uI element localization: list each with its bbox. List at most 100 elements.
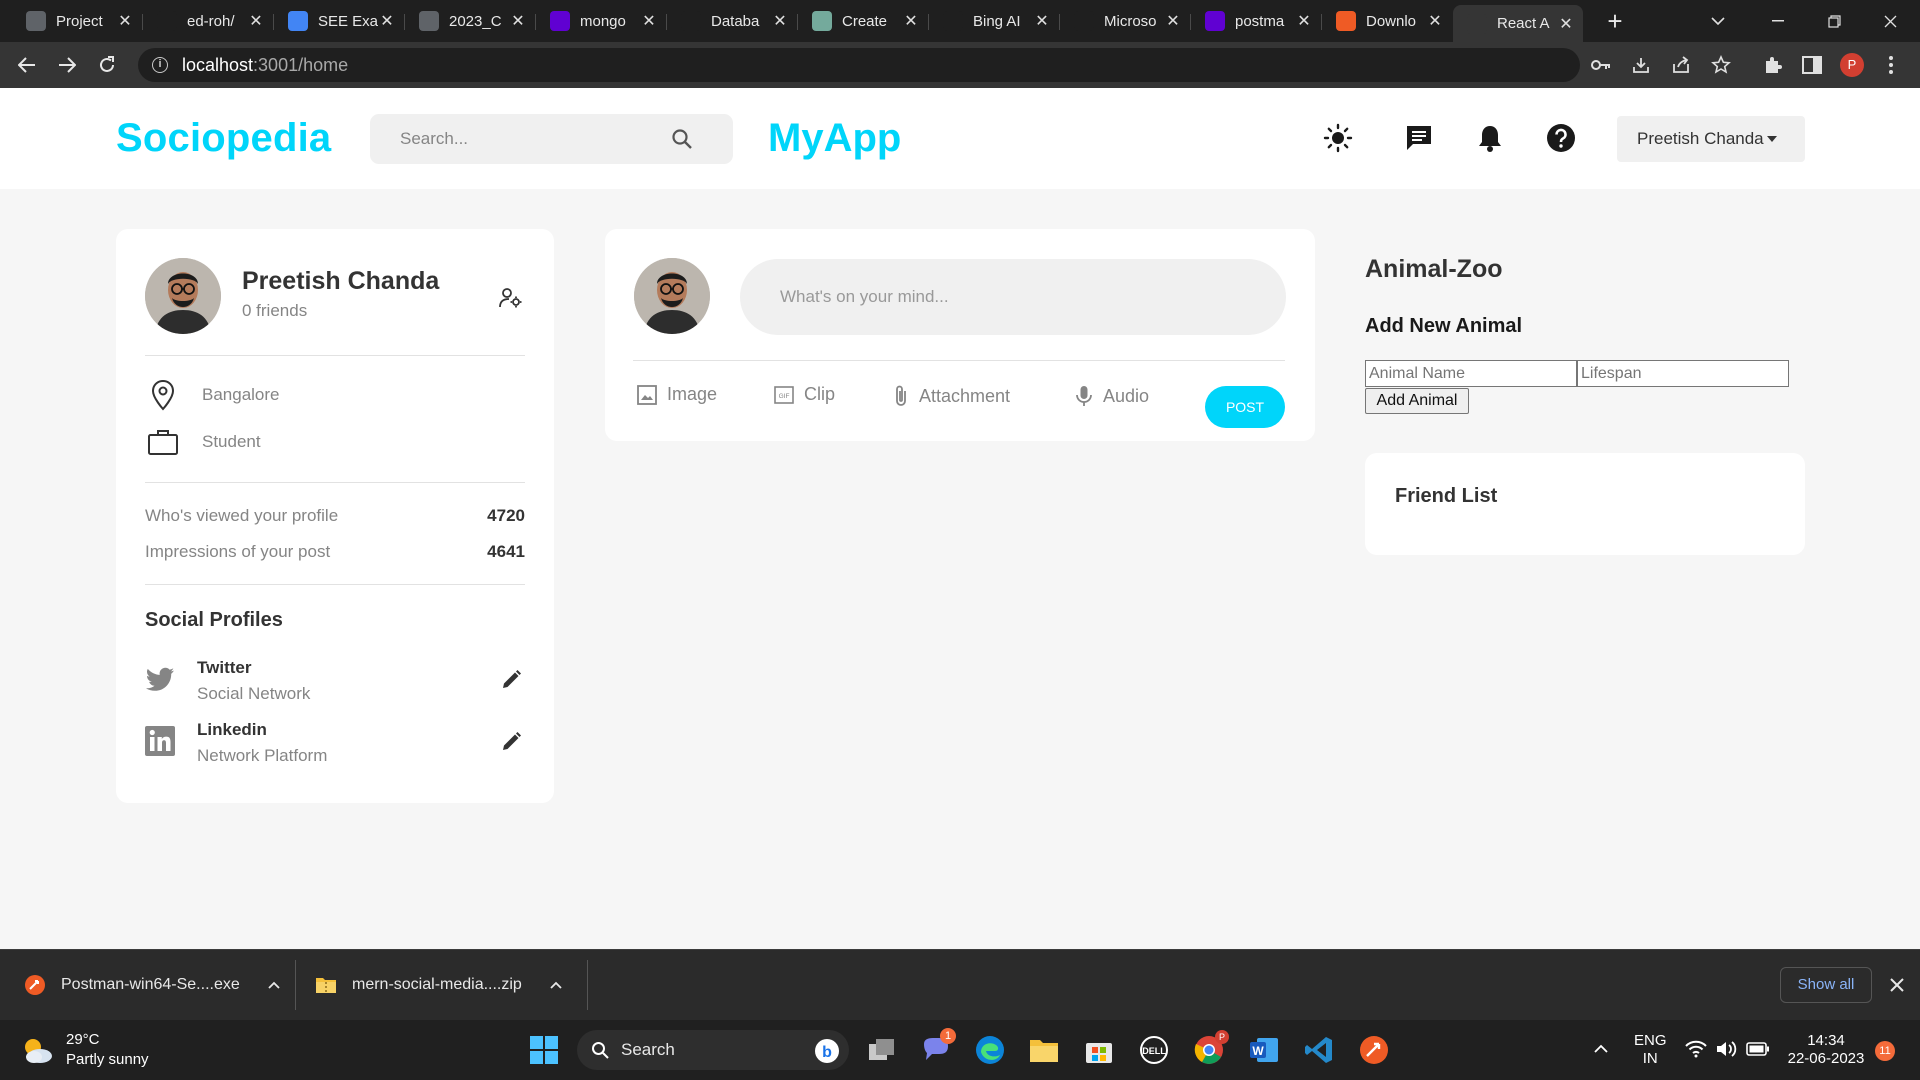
browser-tab[interactable]: SEE Exa ✕ xyxy=(274,5,404,37)
postman-icon[interactable] xyxy=(1358,1034,1390,1066)
divider xyxy=(633,360,1285,361)
new-tab-button[interactable]: + xyxy=(1600,6,1630,36)
social-name-twitter[interactable]: Twitter xyxy=(197,658,251,678)
light-mode-icon[interactable] xyxy=(1322,122,1354,154)
profile-name[interactable]: Preetish Chanda xyxy=(242,267,439,296)
windows-start-icon[interactable] xyxy=(528,1034,560,1066)
help-icon[interactable] xyxy=(1545,122,1577,154)
notification-bell-icon[interactable] xyxy=(1474,122,1506,154)
edge-icon[interactable] xyxy=(974,1034,1006,1066)
file-explorer-icon[interactable] xyxy=(1028,1034,1060,1066)
download-item-postman[interactable]: Postman-win64-Se....exe xyxy=(24,950,280,1020)
chrome-menu-icon[interactable] xyxy=(1880,54,1902,76)
bing-icon[interactable]: b xyxy=(814,1038,840,1064)
close-tab-icon[interactable]: ✕ xyxy=(247,11,265,31)
browser-tab[interactable]: Create ✕ xyxy=(798,5,928,37)
microsoft-store-icon[interactable] xyxy=(1083,1034,1115,1066)
clock[interactable]: 14:34 22-06-2023 xyxy=(1786,1032,1866,1068)
message-icon[interactable] xyxy=(1403,122,1435,154)
vscode-icon[interactable] xyxy=(1303,1034,1335,1066)
close-tab-icon[interactable]: ✕ xyxy=(1295,11,1313,31)
download-item-zip[interactable]: mern-social-media....zip xyxy=(315,950,562,1020)
close-tab-icon[interactable]: ✕ xyxy=(1426,11,1444,31)
chevron-up-icon[interactable] xyxy=(268,981,280,989)
battery-icon[interactable] xyxy=(1746,1042,1770,1056)
chevron-up-icon[interactable] xyxy=(1594,1044,1608,1053)
react-icon xyxy=(1467,13,1487,34)
taskbar-search[interactable]: Search b xyxy=(577,1030,849,1070)
browser-tab[interactable]: postma ✕ xyxy=(1191,5,1321,37)
chevron-up-icon[interactable] xyxy=(550,981,562,989)
browser-tab[interactable]: Databa ✕ xyxy=(667,5,797,37)
audio-button[interactable]: Audio xyxy=(1075,384,1149,408)
user-select-dropdown[interactable]: Preetish Chanda xyxy=(1617,116,1805,162)
wifi-icon[interactable] xyxy=(1685,1040,1707,1058)
word-icon[interactable]: W xyxy=(1248,1034,1280,1066)
edit-twitter-icon[interactable] xyxy=(500,669,522,691)
social-name-linkedin[interactable]: Linkedin xyxy=(197,720,267,740)
browser-tab[interactable]: Bing AI ✕ xyxy=(929,5,1059,37)
install-app-icon[interactable] xyxy=(1630,54,1652,76)
search-placeholder: Search... xyxy=(400,129,469,148)
close-tab-icon[interactable]: ✕ xyxy=(509,11,527,31)
doc-icon xyxy=(26,11,46,31)
post-button[interactable]: POST xyxy=(1205,386,1285,428)
close-tab-icon[interactable]: ✕ xyxy=(1164,11,1182,31)
tab-search-icon[interactable] xyxy=(1690,0,1746,42)
restore-icon[interactable] xyxy=(1806,0,1862,42)
browser-tab[interactable]: ed-roh/ ✕ xyxy=(143,5,273,37)
chrome-profile-avatar[interactable]: P xyxy=(1840,53,1864,77)
app-logo[interactable]: Sociopedia xyxy=(116,116,331,161)
teams-chat-icon[interactable]: 1 xyxy=(920,1028,956,1066)
extensions-icon[interactable] xyxy=(1762,54,1784,76)
windows-taskbar: 29°C Partly sunny Search b 1 DELL P W EN… xyxy=(0,1020,1920,1080)
volume-icon[interactable] xyxy=(1715,1040,1737,1058)
close-tab-icon[interactable]: ✕ xyxy=(902,11,920,31)
attachment-button[interactable]: Attachment xyxy=(893,384,1010,408)
reload-icon[interactable] xyxy=(92,50,122,80)
show-all-downloads-button[interactable]: Show all xyxy=(1780,967,1872,1003)
lifespan-input[interactable]: Lifespan xyxy=(1577,360,1789,387)
close-tab-icon[interactable]: ✕ xyxy=(378,11,396,31)
task-view-icon[interactable] xyxy=(866,1034,898,1066)
browser-tab[interactable]: mongo ✕ xyxy=(536,5,666,37)
minimize-icon[interactable] xyxy=(1750,0,1806,42)
share-icon[interactable] xyxy=(1670,54,1692,76)
site-info-icon[interactable]: i xyxy=(152,57,168,73)
browser-tab[interactable]: 2023_C ✕ xyxy=(405,5,535,37)
clip-button[interactable]: GIF Clip xyxy=(774,384,835,405)
chrome-icon[interactable]: P xyxy=(1193,1030,1229,1066)
side-panel-icon[interactable] xyxy=(1801,54,1823,76)
close-tab-icon[interactable]: ✕ xyxy=(640,11,658,31)
close-window-icon[interactable] xyxy=(1862,0,1918,42)
browser-tab[interactable]: Microso ✕ xyxy=(1060,5,1190,37)
search-input[interactable]: Search... xyxy=(370,114,733,164)
browser-tab[interactable]: React A ✕ xyxy=(1453,5,1583,42)
notification-count-badge[interactable]: 11 xyxy=(1875,1041,1895,1061)
edit-linkedin-icon[interactable] xyxy=(500,731,522,753)
password-key-icon[interactable] xyxy=(1590,54,1612,76)
browser-tab[interactable]: Project ✕ xyxy=(12,5,142,37)
search-icon[interactable] xyxy=(671,128,693,150)
avatar[interactable] xyxy=(145,258,221,334)
manage-account-icon[interactable] xyxy=(499,287,523,309)
close-tab-icon[interactable]: ✕ xyxy=(116,11,134,31)
bookmark-star-icon[interactable] xyxy=(1710,54,1732,76)
post-input[interactable]: What's on your mind... xyxy=(740,259,1286,335)
close-tab-icon[interactable]: ✕ xyxy=(771,11,789,31)
weather-widget[interactable]: 29°C Partly sunny xyxy=(20,1030,149,1070)
close-tab-icon[interactable]: ✕ xyxy=(1033,11,1051,31)
close-tab-icon[interactable]: ✕ xyxy=(1557,14,1575,34)
profile-occupation: Student xyxy=(202,432,261,451)
url-bar[interactable]: i localhost:3001/home xyxy=(138,48,1580,82)
forward-icon[interactable] xyxy=(52,50,82,80)
browser-tab[interactable]: Downlo ✕ xyxy=(1322,5,1452,37)
image-button[interactable]: Image xyxy=(637,384,717,405)
dell-icon[interactable]: DELL xyxy=(1138,1034,1170,1066)
attachment-label: Attachment xyxy=(919,385,1011,406)
add-animal-button[interactable]: Add Animal xyxy=(1365,388,1469,414)
language-indicator[interactable]: ENG IN xyxy=(1634,1032,1667,1068)
back-icon[interactable] xyxy=(12,50,42,80)
close-downloads-icon[interactable] xyxy=(1890,978,1904,992)
animal-name-input[interactable]: Animal Name xyxy=(1365,360,1577,387)
